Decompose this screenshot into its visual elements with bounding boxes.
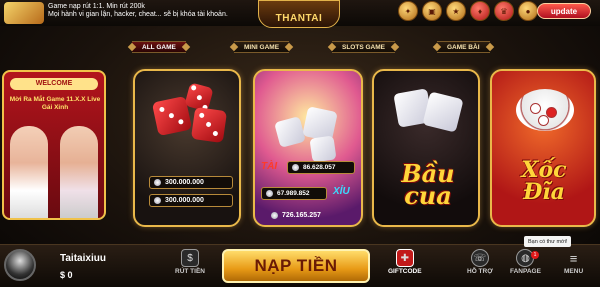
game-card-baucua[interactable]: Bầu cua bbox=[372, 69, 480, 227]
notification-badge: 1 bbox=[531, 251, 539, 259]
dice-icon bbox=[309, 135, 337, 163]
coin-icon bbox=[266, 190, 273, 197]
support-icon: ☏ bbox=[470, 249, 489, 267]
dice-icon bbox=[422, 91, 464, 133]
withdraw-button[interactable]: $ RÚT TIỀN bbox=[175, 249, 205, 275]
coin-icon bbox=[154, 179, 161, 186]
xiu-label: XỈU bbox=[333, 186, 350, 197]
notice-text: Game nạp rút 1:1. Min rút 200k Mọi hành … bbox=[48, 3, 228, 19]
dice-icon bbox=[274, 116, 306, 148]
welcome-label: WELCOME bbox=[10, 78, 98, 90]
tai-label: TÀI bbox=[261, 161, 278, 172]
game-card-taixiu[interactable]: TÀI 86.628.057 67.989.852 XỈU 726.165.25… bbox=[253, 69, 363, 227]
gift-icon: ✚ bbox=[395, 249, 414, 267]
menu-button[interactable]: ≡ MENU bbox=[564, 249, 584, 276]
jackpot-value: 300.000.000 bbox=[165, 179, 204, 186]
support-label: HỖ TRỢ bbox=[467, 268, 493, 275]
game-card-dice[interactable]: 300.000.000 300.000.000 bbox=[133, 69, 241, 227]
menu-icon: ≡ bbox=[569, 250, 578, 266]
promo-banner[interactable]: WELCOME Mời Ra Mắt Game 11.X.X Live Gái … bbox=[2, 70, 106, 220]
chip-icon bbox=[538, 115, 549, 126]
dollar-icon: $ bbox=[180, 249, 199, 267]
tab-all-game[interactable]: ALL GAME bbox=[132, 41, 186, 53]
support-button[interactable]: ☏ HỖ TRỢ bbox=[467, 249, 493, 275]
coin-icon bbox=[271, 212, 278, 219]
xocdia-title: Xốc Đĩa bbox=[521, 157, 567, 205]
new-mail-tooltip: Bạn có thư mới! bbox=[524, 236, 572, 247]
total-value: 726.165.257 bbox=[282, 212, 321, 219]
baucua-title: Bầu cua bbox=[401, 159, 455, 210]
total-box: 726.165.257 bbox=[267, 209, 349, 222]
giftcode-label: GIFTCODE bbox=[388, 268, 422, 275]
gift-icon[interactable]: ✦ bbox=[398, 1, 418, 21]
giftcode-button[interactable]: ✚ GIFTCODE bbox=[388, 249, 422, 275]
tab-slots-game[interactable]: SLOTS GAME bbox=[332, 41, 395, 53]
tai-value: 86.628.057 bbox=[303, 164, 336, 171]
deposit-label: NẠP TIỀN bbox=[254, 256, 338, 275]
xiu-value: 67.989.852 bbox=[277, 190, 310, 197]
game-card-xocdia[interactable]: Xốc Đĩa bbox=[490, 69, 596, 227]
tab-game-bai[interactable]: GAME BÀI bbox=[437, 41, 490, 53]
coin-icon bbox=[154, 197, 161, 204]
event-icon[interactable]: ♦ bbox=[470, 1, 490, 21]
dice-icon bbox=[190, 106, 228, 144]
jackpot-box: 300.000.000 bbox=[149, 176, 233, 189]
jackpot-value: 300.000.000 bbox=[165, 197, 204, 204]
model-image-right bbox=[60, 126, 98, 218]
notice-line-1: Game nạp rút 1:1. Min rút 200k bbox=[48, 3, 145, 10]
balance: $ 0 bbox=[60, 270, 73, 280]
brand-logo: THANTAI bbox=[258, 0, 340, 28]
model-image-left bbox=[10, 126, 48, 218]
promo-thumbnail[interactable] bbox=[4, 2, 44, 24]
fanpage-label: FANPAGE bbox=[510, 268, 541, 275]
update-label: update bbox=[550, 6, 578, 16]
chip-icon bbox=[530, 103, 541, 114]
avatar[interactable] bbox=[4, 249, 36, 281]
chest-icon[interactable]: ▣ bbox=[422, 1, 442, 21]
update-button[interactable]: update bbox=[537, 3, 591, 19]
reward-icon[interactable]: ★ bbox=[446, 1, 466, 21]
category-tabs: ALL GAME MINI GAME SLOTS GAME GAME BÀI bbox=[0, 41, 600, 55]
xiu-jackpot: 67.989.852 bbox=[261, 187, 327, 200]
menu-label: MENU bbox=[564, 268, 584, 275]
notice-line-2: Mọi hành vi gian lận, hacker, cheat... s… bbox=[48, 11, 228, 18]
coin-icon[interactable]: ● bbox=[518, 1, 538, 21]
tai-jackpot: 86.628.057 bbox=[287, 161, 355, 174]
jackpot-box: 300.000.000 bbox=[149, 194, 233, 207]
username: Taitaixiuu bbox=[60, 253, 106, 264]
top-icon-bar: ✦ ▣ ★ ♦ ♛ ● bbox=[398, 1, 538, 21]
vip-icon[interactable]: ♛ bbox=[494, 1, 514, 21]
logo-text: THANTAI bbox=[275, 13, 323, 24]
deposit-button[interactable]: NẠP TIỀN bbox=[222, 249, 370, 283]
promo-headline: Mời Ra Mắt Game 11.X.X Live Gái Xinh bbox=[9, 96, 101, 111]
withdraw-label: RÚT TIỀN bbox=[175, 268, 205, 275]
top-bar: Game nạp rút 1:1. Min rút 200k Mọi hành … bbox=[0, 0, 600, 28]
coin-icon bbox=[292, 164, 299, 171]
tab-mini-game[interactable]: MINI GAME bbox=[234, 41, 290, 53]
